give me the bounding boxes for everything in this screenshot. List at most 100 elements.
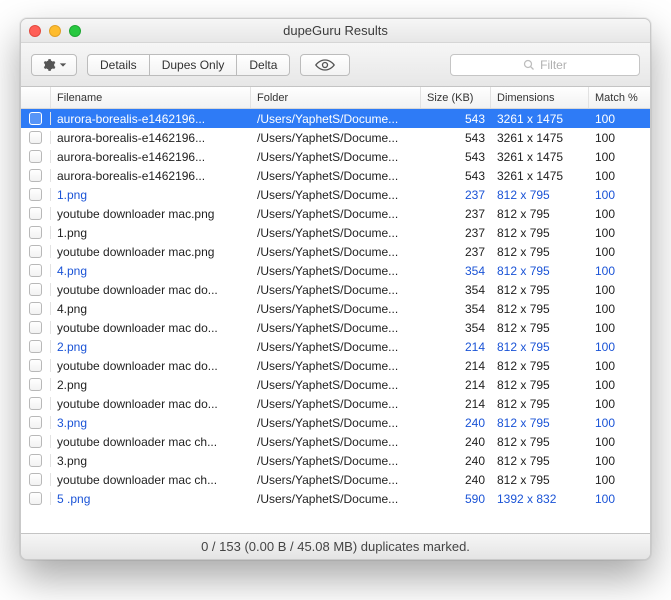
details-button[interactable]: Details [87, 54, 149, 76]
row-checkbox[interactable] [21, 226, 51, 239]
table-row[interactable]: 2.png/Users/YaphetS/Docume...214812 x 79… [21, 337, 650, 356]
row-checkbox[interactable] [21, 492, 51, 505]
table-row[interactable]: 1.png/Users/YaphetS/Docume...237812 x 79… [21, 185, 650, 204]
row-checkbox[interactable] [21, 150, 51, 163]
row-checkbox[interactable] [21, 397, 51, 410]
table-row[interactable]: youtube downloader mac ch.../Users/Yaphe… [21, 470, 650, 489]
cell-filename: youtube downloader mac do... [51, 359, 251, 373]
cell-size: 354 [421, 264, 491, 278]
cell-size: 240 [421, 473, 491, 487]
cell-dimensions: 3261 x 1475 [491, 112, 589, 126]
dupes-only-button[interactable]: Dupes Only [149, 54, 237, 76]
row-checkbox[interactable] [21, 473, 51, 486]
table-row[interactable]: youtube downloader mac do.../Users/Yaphe… [21, 280, 650, 299]
cell-folder: /Users/YaphetS/Docume... [251, 264, 421, 278]
cell-folder: /Users/YaphetS/Docume... [251, 302, 421, 316]
row-checkbox[interactable] [21, 454, 51, 467]
cell-dimensions: 3261 x 1475 [491, 131, 589, 145]
table-body[interactable]: aurora-borealis-e1462196.../Users/Yaphet… [21, 109, 650, 533]
table-row[interactable]: aurora-borealis-e1462196.../Users/Yaphet… [21, 128, 650, 147]
cell-dimensions: 812 x 795 [491, 416, 589, 430]
column-dimensions[interactable]: Dimensions [491, 87, 589, 108]
column-checkbox[interactable] [21, 87, 51, 108]
cell-size: 240 [421, 435, 491, 449]
cell-filename: youtube downloader mac do... [51, 283, 251, 297]
cell-folder: /Users/YaphetS/Docume... [251, 245, 421, 259]
row-checkbox[interactable] [21, 435, 51, 448]
table-row[interactable]: youtube downloader mac ch.../Users/Yaphe… [21, 432, 650, 451]
cell-match: 100 [589, 207, 650, 221]
row-checkbox[interactable] [21, 283, 51, 296]
zoom-icon[interactable] [69, 25, 81, 37]
results-table: Filename Folder Size (KB) Dimensions Mat… [21, 87, 650, 533]
table-row[interactable]: 5 .png/Users/YaphetS/Docume...5901392 x … [21, 489, 650, 508]
row-checkbox[interactable] [21, 264, 51, 277]
cell-size: 590 [421, 492, 491, 506]
row-checkbox[interactable] [21, 207, 51, 220]
row-checkbox[interactable] [21, 359, 51, 372]
cell-size: 237 [421, 245, 491, 259]
cell-match: 100 [589, 397, 650, 411]
cell-folder: /Users/YaphetS/Docume... [251, 207, 421, 221]
cell-size: 240 [421, 454, 491, 468]
cell-size: 237 [421, 188, 491, 202]
cell-dimensions: 812 x 795 [491, 226, 589, 240]
row-checkbox[interactable] [21, 416, 51, 429]
table-row[interactable]: aurora-borealis-e1462196.../Users/Yaphet… [21, 109, 650, 128]
table-row[interactable]: youtube downloader mac do.../Users/Yaphe… [21, 356, 650, 375]
column-match[interactable]: Match % [589, 87, 650, 108]
table-row[interactable]: youtube downloader mac.png/Users/YaphetS… [21, 204, 650, 223]
cell-folder: /Users/YaphetS/Docume... [251, 150, 421, 164]
cell-folder: /Users/YaphetS/Docume... [251, 454, 421, 468]
cell-filename: 3.png [51, 454, 251, 468]
cell-match: 100 [589, 435, 650, 449]
delta-button[interactable]: Delta [236, 54, 290, 76]
row-checkbox[interactable] [21, 131, 51, 144]
table-row[interactable]: 1.png/Users/YaphetS/Docume...237812 x 79… [21, 223, 650, 242]
row-checkbox[interactable] [21, 245, 51, 258]
status-bar: 0 / 153 (0.00 B / 45.08 MB) duplicates m… [21, 533, 650, 559]
cell-filename: aurora-borealis-e1462196... [51, 150, 251, 164]
cell-size: 354 [421, 302, 491, 316]
cell-size: 240 [421, 416, 491, 430]
table-row[interactable]: youtube downloader mac.png/Users/YaphetS… [21, 242, 650, 261]
close-icon[interactable] [29, 25, 41, 37]
row-checkbox[interactable] [21, 321, 51, 334]
row-checkbox[interactable] [21, 188, 51, 201]
cell-folder: /Users/YaphetS/Docume... [251, 397, 421, 411]
cell-size: 214 [421, 378, 491, 392]
column-filename[interactable]: Filename [51, 87, 251, 108]
table-row[interactable]: 4.png/Users/YaphetS/Docume...354812 x 79… [21, 261, 650, 280]
table-row[interactable]: 3.png/Users/YaphetS/Docume...240812 x 79… [21, 451, 650, 470]
row-checkbox[interactable] [21, 169, 51, 182]
cell-filename: aurora-borealis-e1462196... [51, 169, 251, 183]
cell-filename: 1.png [51, 188, 251, 202]
search-icon [523, 59, 535, 71]
table-row[interactable]: youtube downloader mac do.../Users/Yaphe… [21, 318, 650, 337]
row-checkbox[interactable] [21, 302, 51, 315]
table-row[interactable]: 3.png/Users/YaphetS/Docume...240812 x 79… [21, 413, 650, 432]
toolbar: Details Dupes Only Delta Filter [21, 43, 650, 87]
row-checkbox[interactable] [21, 340, 51, 353]
chevron-down-icon [59, 61, 67, 69]
cell-dimensions: 812 x 795 [491, 378, 589, 392]
row-checkbox[interactable] [21, 112, 51, 125]
view-toggle-group: Details Dupes Only Delta [87, 54, 290, 76]
table-row[interactable]: youtube downloader mac do.../Users/Yaphe… [21, 394, 650, 413]
cell-folder: /Users/YaphetS/Docume... [251, 112, 421, 126]
filter-input[interactable]: Filter [450, 54, 640, 76]
minimize-icon[interactable] [49, 25, 61, 37]
row-checkbox[interactable] [21, 378, 51, 391]
column-size[interactable]: Size (KB) [421, 87, 491, 108]
column-folder[interactable]: Folder [251, 87, 421, 108]
preview-button[interactable] [300, 54, 350, 76]
table-row[interactable]: 4.png/Users/YaphetS/Docume...354812 x 79… [21, 299, 650, 318]
cell-folder: /Users/YaphetS/Docume... [251, 473, 421, 487]
cell-filename: youtube downloader mac do... [51, 397, 251, 411]
cell-filename: youtube downloader mac ch... [51, 473, 251, 487]
cell-match: 100 [589, 473, 650, 487]
table-row[interactable]: aurora-borealis-e1462196.../Users/Yaphet… [21, 166, 650, 185]
table-row[interactable]: aurora-borealis-e1462196.../Users/Yaphet… [21, 147, 650, 166]
actions-menu-button[interactable] [31, 54, 77, 76]
table-row[interactable]: 2.png/Users/YaphetS/Docume...214812 x 79… [21, 375, 650, 394]
